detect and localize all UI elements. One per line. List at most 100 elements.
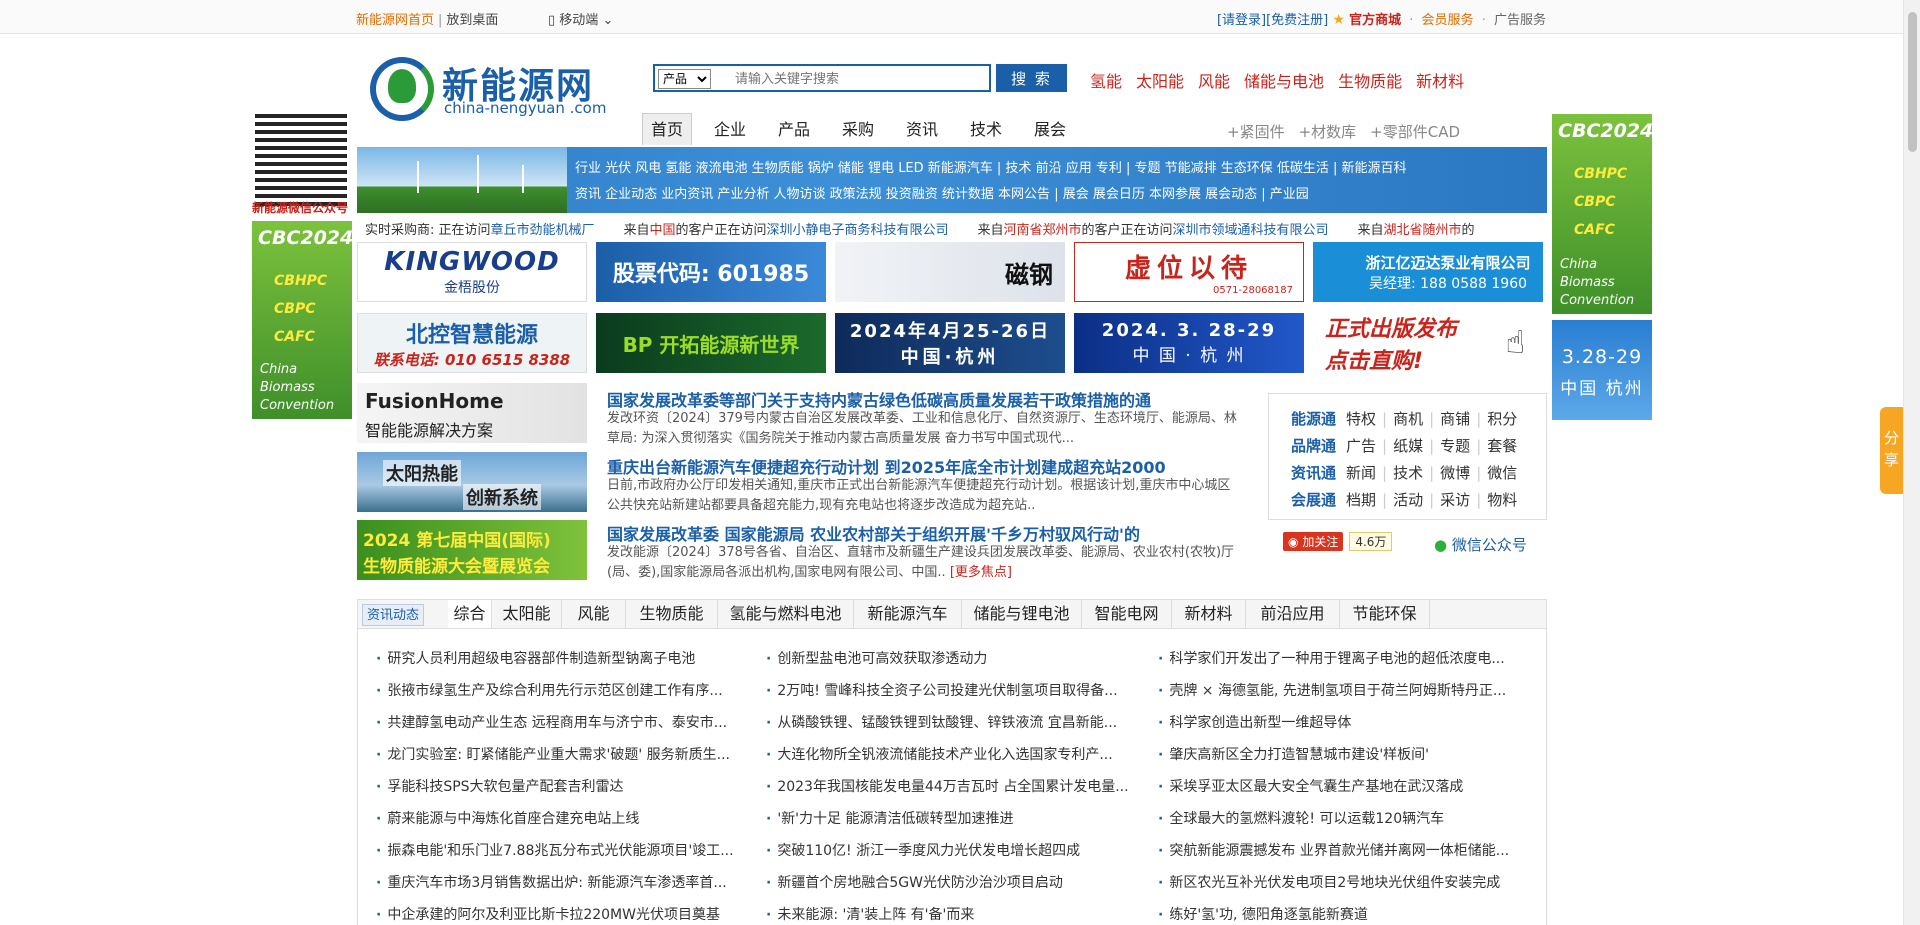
nav-news[interactable]: 资讯 [890, 114, 954, 146]
list-item[interactable]: 振森电能'和乐门业7.88兆瓦分布式光伏能源项目'竣工... [376, 841, 733, 873]
list-item[interactable]: 科学家创造出新型一维超导体 [1158, 713, 1509, 745]
service-link[interactable]: 纸媒 [1393, 437, 1423, 455]
service-link[interactable]: 新闻 [1346, 464, 1376, 482]
list-item[interactable]: 新区农光互补光伏发电项目2号地块光伏组件安装完成 [1158, 873, 1509, 905]
nav-purchase[interactable]: 采购 [826, 114, 890, 146]
official-shop-link[interactable]: 官方商城 [1349, 13, 1401, 28]
list-item[interactable]: 肇庆高新区全力打造智慧城市建设'样板间' [1158, 745, 1509, 777]
list-item[interactable]: 重庆汽车市场3月销售数据出炉: 新能源汽车渗透率首... [376, 873, 734, 905]
service-link[interactable]: 积分 [1487, 410, 1517, 428]
hotword-link[interactable]: 生物质能 [1338, 72, 1402, 91]
list-item[interactable]: 蔚来能源与中海炼化首座合建充电站上线 [376, 809, 734, 841]
mobile-menu[interactable]: ▯ 移动端 ⌄ [548, 9, 613, 28]
tab-wind[interactable]: 风能 [562, 600, 626, 628]
search-category-select[interactable]: 产品 [658, 69, 711, 89]
list-item[interactable]: 2万吨! 雪峰科技全资子公司投建光伏制氢项目取得备... [766, 681, 1129, 713]
ad-kingwood[interactable]: KINGWOOD 金梧股份 [357, 242, 587, 302]
nav-expo[interactable]: 展会 [1018, 114, 1082, 146]
service-head[interactable]: 资讯通 [1291, 464, 1336, 482]
category-links-row1[interactable]: 行业 光伏 风电 氢能 液流电池 生物质能 锅炉 储能 锂电 LED 新能源汽车… [575, 157, 1407, 176]
hotword-link[interactable]: 氢能 [1090, 72, 1122, 91]
tab-solar[interactable]: 太阳能 [492, 600, 562, 628]
ticker-company[interactable]: 章丘市劲能机械厂 [491, 223, 595, 238]
homepage-link[interactable]: 新能源网首页 [356, 13, 434, 28]
fasteners-link[interactable]: +紧固件 [1227, 123, 1285, 141]
service-link[interactable]: 商铺 [1440, 410, 1470, 428]
scrollbar-thumb[interactable] [1908, 12, 1917, 152]
ticker-company[interactable]: 深圳市领域通科技有限公司 [1173, 223, 1329, 238]
ad-publication[interactable]: 正式出版发布 点击直购! ☝ [1313, 313, 1543, 373]
list-item[interactable]: 采埃孚亚太区最大安全气囊生产基地在武汉落成 [1158, 777, 1509, 809]
ticker-company[interactable]: 深圳小静电子商务科技有限公司 [767, 223, 949, 238]
list-item[interactable]: 共建醇氢电动产业生态 远程商用车与济宁市、泰安市... [376, 713, 734, 745]
service-link[interactable]: 专题 [1440, 437, 1470, 455]
page-scrollbar[interactable] [1903, 0, 1920, 925]
tab-storage-lithium[interactable]: 储能与锂电池 [962, 600, 1082, 628]
hotword-link[interactable]: 太阳能 [1136, 72, 1184, 91]
service-head[interactable]: 会展通 [1291, 491, 1336, 509]
list-item[interactable]: 全球最大的氢燃料渡轮! 可以运载120辆汽车 [1158, 809, 1509, 841]
service-link[interactable]: 微博 [1440, 464, 1470, 482]
materials-db-link[interactable]: +材数库 [1299, 123, 1357, 141]
list-item[interactable]: '新'力十足 能源清洁低碳转型加速推进 [766, 809, 1129, 841]
list-item[interactable]: 2023年我国核能发电量44万吉瓦时 占全国累计发电量... [766, 777, 1128, 809]
tab-nev[interactable]: 新能源汽车 [854, 600, 962, 628]
service-link[interactable]: 套餐 [1487, 437, 1517, 455]
service-link[interactable]: 商机 [1393, 410, 1423, 428]
list-item[interactable]: 科学家们开发出了一种用于锂离子电池的超低浓度电... [1158, 649, 1509, 681]
tab-general[interactable]: 综合 [448, 600, 492, 628]
service-link[interactable]: 广告 [1346, 437, 1376, 455]
ad-vacancy[interactable]: 虚位以待 0571-28068187 [1074, 242, 1304, 302]
hotword-link[interactable]: 风能 [1198, 72, 1230, 91]
tab-energy-saving[interactable]: 节能环保 [1340, 600, 1430, 628]
cbc-left-ad[interactable]: CBC2024 CBHPC CBPC CAFC China Biomass Co… [252, 221, 353, 419]
list-item[interactable]: 突航新能源震撼发布 业界首款光储并离网一体柜储能... [1158, 841, 1509, 873]
tab-biomass[interactable]: 生物质能 [626, 600, 718, 628]
site-logo[interactable]: 新能源网 china-nengyuan .com [370, 55, 606, 125]
member-service-link[interactable]: 会员服务 [1422, 13, 1474, 28]
weibo-follow-button[interactable]: ◉ 加关注 [1283, 532, 1344, 551]
tab-new-materials[interactable]: 新材料 [1172, 600, 1246, 628]
list-item[interactable]: 练好'氢'功, 德阳角逐氢能新赛道 [1158, 905, 1509, 925]
list-item[interactable]: 壳牌 × 海德氢能, 先进制氢项目于荷兰阿姆斯特丹正... [1158, 681, 1509, 713]
list-item[interactable]: 从磷酸铁锂、锰酸铁锂到钛酸锂、锌铁液流 宜昌新能... [766, 713, 1129, 745]
feature-img-fusionhome[interactable]: FusionHome 智能能源解决方案 [357, 383, 587, 443]
search-button[interactable]: 搜 索 [996, 64, 1067, 92]
nav-products[interactable]: 产品 [762, 114, 826, 146]
list-item[interactable]: 孚能科技SPS大软包量产配套吉利雷达 [376, 777, 734, 809]
ad-yimaida[interactable]: 浙江亿迈达泵业有限公司 吴经理: 188 0588 1960 [1313, 242, 1543, 302]
category-links-row2[interactable]: 资讯 企业动态 业内资讯 产业分析 人物访谈 政策法规 投资融资 统计数据 本网… [575, 183, 1309, 202]
list-item[interactable]: 研究人员利用超级电容器部件制造新型钠离子电池 [376, 649, 734, 681]
list-item[interactable]: 中企承建的阿尔及利亚比斯卡拉220MW光伏项目奠基 [376, 905, 734, 925]
login-link[interactable]: [请登录] [1217, 13, 1266, 28]
feature-img-biomass[interactable]: 2024 第七届中国(国际) 生物质能源大会暨展览会 [357, 520, 587, 580]
ad-expo-hangzhou-a[interactable]: 2024年4月25-26日 中国·杭州 [835, 313, 1065, 373]
expo-date-ad[interactable]: 3.28-29 中国 杭州 [1552, 320, 1652, 420]
register-link[interactable]: [免费注册] [1266, 13, 1328, 28]
hotword-link[interactable]: 新材料 [1416, 72, 1464, 91]
service-link[interactable]: 采访 [1440, 491, 1470, 509]
add-to-desktop-link[interactable]: 放到桌面 [446, 13, 498, 28]
ad-magnets[interactable]: 磁钢 [835, 242, 1065, 302]
nav-enterprise[interactable]: 企业 [698, 114, 762, 146]
parts-cad-link[interactable]: +零部件CAD [1370, 123, 1460, 141]
service-link[interactable]: 微信 [1487, 464, 1517, 482]
tab-frontier[interactable]: 前沿应用 [1246, 600, 1340, 628]
service-link[interactable]: 档期 [1346, 491, 1376, 509]
featured-news-title[interactable]: 国家发展改革委 国家能源局 农业农村部关于组织开展'千乡万村驭风行动'的 [607, 521, 1140, 545]
nav-home[interactable]: 首页 [642, 113, 692, 145]
ad-service-link[interactable]: 广告服务 [1494, 13, 1546, 28]
list-item[interactable]: 新疆首个房地融合5GW光伏防沙治沙项目启动 [766, 873, 1129, 905]
service-head[interactable]: 品牌通 [1291, 437, 1336, 455]
ad-bp[interactable]: BP 开拓能源新世界 [596, 313, 826, 373]
list-item[interactable]: 突破110亿! 浙江一季度风力光伏发电增长超四成 [766, 841, 1129, 873]
wechat-link[interactable]: ● 微信公众号 [1434, 534, 1527, 555]
featured-news-title[interactable]: 重庆出台新能源汽车便捷超充行动计划 到2025年底全市计划建成超充站2000 [607, 454, 1166, 478]
list-item[interactable]: 未来能源: '清'装上阵 有'备'而来 [766, 905, 1129, 925]
hotword-link[interactable]: 储能与电池 [1244, 72, 1324, 91]
share-tab[interactable]: 分享 [1880, 407, 1903, 494]
ad-stock-code[interactable]: 股票代码: 601985 [596, 242, 826, 302]
service-link[interactable]: 特权 [1346, 410, 1376, 428]
service-head[interactable]: 能源通 [1291, 410, 1336, 428]
nav-tech[interactable]: 技术 [954, 114, 1018, 146]
